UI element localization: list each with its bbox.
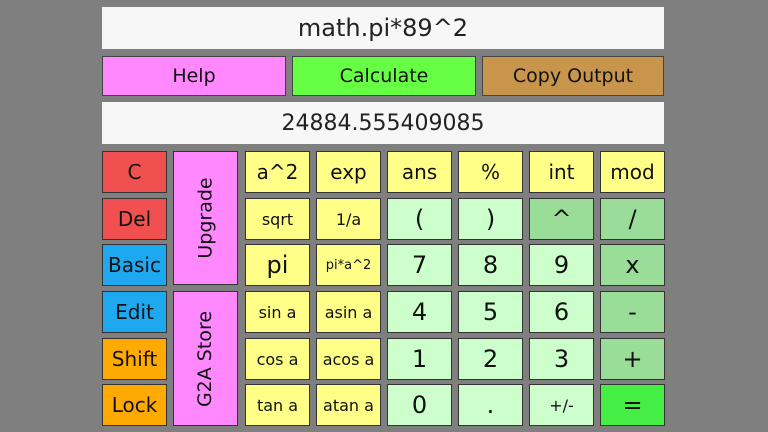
shift-button[interactable]: Shift <box>102 338 167 380</box>
key-7-label: 7 <box>411 251 428 279</box>
key-minus-label: - <box>628 298 637 326</box>
key-4[interactable]: 4 <box>387 291 452 333</box>
key-8-label: 8 <box>482 251 499 279</box>
key-dot[interactable]: . <box>458 384 523 426</box>
expression-display[interactable]: math.pi*89^2 <box>102 7 664 49</box>
key-7[interactable]: 7 <box>387 244 452 286</box>
key-1-label: 1 <box>411 345 428 373</box>
key-mod[interactable]: mod <box>600 151 665 193</box>
key-9-label: 9 <box>553 251 570 279</box>
key-3[interactable]: 3 <box>529 338 594 380</box>
help-button[interactable]: Help <box>102 56 286 96</box>
edit-button[interactable]: Edit <box>102 291 167 333</box>
key-apow2[interactable]: a^2 <box>245 151 310 193</box>
key-atan-a[interactable]: atan a <box>316 384 381 426</box>
key-acos-a[interactable]: acos a <box>316 338 381 380</box>
del-button-label: Del <box>117 207 152 231</box>
key-percent-label: % <box>480 160 500 184</box>
key-ans-label: ans <box>401 160 438 184</box>
key-acos-a-label: acos a <box>322 349 375 369</box>
key-5-label: 5 <box>482 298 499 326</box>
key-0[interactable]: 0 <box>387 384 452 426</box>
key-rparen[interactable]: ) <box>458 198 523 240</box>
key-sqrt-label: sqrt <box>261 209 294 229</box>
del-button[interactable]: Del <box>102 198 167 240</box>
upgrade-button[interactable]: Upgrade <box>173 151 238 285</box>
key-1diva-label: 1/a <box>335 209 362 229</box>
key-1diva[interactable]: 1/a <box>316 198 381 240</box>
key-apow2-label: a^2 <box>256 160 299 184</box>
lock-button[interactable]: Lock <box>102 384 167 426</box>
key-equals-label: = <box>622 391 643 419</box>
key-pow[interactable]: ^ <box>529 198 594 240</box>
key-6-label: 6 <box>553 298 570 326</box>
key-pitimesapow2-label: pi*a^2 <box>325 257 372 273</box>
key-sqrt[interactable]: sqrt <box>245 198 310 240</box>
key-dot-label: . <box>486 391 495 419</box>
copy-output-button[interactable]: Copy Output <box>482 56 664 96</box>
key-int-label: int <box>548 160 575 184</box>
key-0-label: 0 <box>411 391 428 419</box>
basic-button-label: Basic <box>108 253 161 277</box>
key-5[interactable]: 5 <box>458 291 523 333</box>
key-mod-label: mod <box>610 160 655 184</box>
edit-button-label: Edit <box>115 300 154 324</box>
calculate-button[interactable]: Calculate <box>292 56 476 96</box>
key-4-label: 4 <box>411 298 428 326</box>
key-2[interactable]: 2 <box>458 338 523 380</box>
key-pitimesapow2[interactable]: pi*a^2 <box>316 244 381 286</box>
key-tan-a-label: tan a <box>256 395 299 415</box>
key-pow-label: ^ <box>551 205 572 233</box>
key-cos-a-label: cos a <box>256 349 299 369</box>
key-sin-a-label: sin a <box>258 302 297 322</box>
key-plusminus[interactable]: +/- <box>529 384 594 426</box>
key-atan-a-label: atan a <box>323 395 374 415</box>
g2a-store-button[interactable]: G2A Store <box>173 291 238 426</box>
key-8[interactable]: 8 <box>458 244 523 286</box>
upgrade-button-label: Upgrade <box>194 177 217 259</box>
key-1[interactable]: 1 <box>387 338 452 380</box>
basic-button[interactable]: Basic <box>102 244 167 286</box>
key-percent[interactable]: % <box>458 151 523 193</box>
c-button[interactable]: C <box>102 151 167 193</box>
key-6[interactable]: 6 <box>529 291 594 333</box>
c-button-label: C <box>127 160 142 184</box>
key-lparen[interactable]: ( <box>387 198 452 240</box>
key-ans[interactable]: ans <box>387 151 452 193</box>
key-div[interactable]: / <box>600 198 665 240</box>
key-plus-label: + <box>622 345 643 373</box>
key-x-label: x <box>625 251 640 279</box>
key-9[interactable]: 9 <box>529 244 594 286</box>
output-display: 24884.555409085 <box>102 102 664 144</box>
key-int[interactable]: int <box>529 151 594 193</box>
key-pi-label: pi <box>266 251 289 279</box>
key-exp-label: exp <box>330 160 367 184</box>
key-plus[interactable]: + <box>600 338 665 380</box>
key-div-label: / <box>628 205 637 233</box>
key-sin-a[interactable]: sin a <box>245 291 310 333</box>
key-rparen-label: ) <box>485 205 496 233</box>
lock-button-label: Lock <box>111 393 158 417</box>
g2a-store-button-label: G2A Store <box>194 310 217 407</box>
key-lparen-label: ( <box>414 205 425 233</box>
key-x[interactable]: x <box>600 244 665 286</box>
key-asin-a-label: asin a <box>324 302 373 322</box>
key-asin-a[interactable]: asin a <box>316 291 381 333</box>
key-2-label: 2 <box>482 345 499 373</box>
key-cos-a[interactable]: cos a <box>245 338 310 380</box>
shift-button-label: Shift <box>111 347 158 371</box>
key-plusminus-label: +/- <box>549 395 574 415</box>
key-3-label: 3 <box>553 345 570 373</box>
key-exp[interactable]: exp <box>316 151 381 193</box>
key-tan-a[interactable]: tan a <box>245 384 310 426</box>
key-minus[interactable]: - <box>600 291 665 333</box>
key-pi[interactable]: pi <box>245 244 310 286</box>
key-equals[interactable]: = <box>600 384 665 426</box>
